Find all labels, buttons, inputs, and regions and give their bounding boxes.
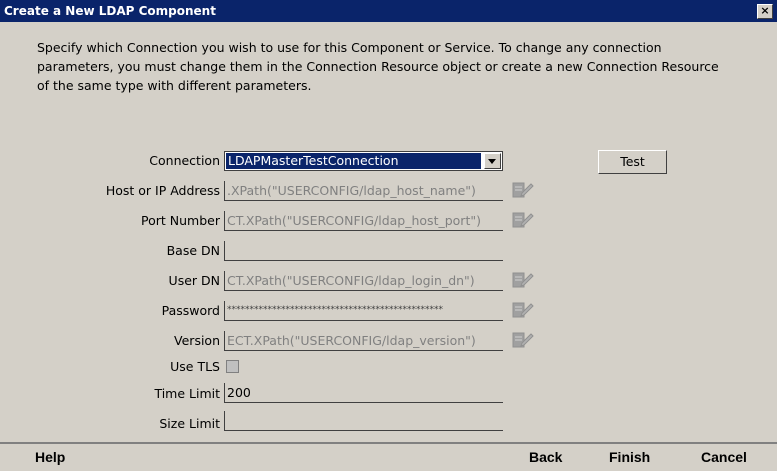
port-label: Port Number <box>141 213 220 228</box>
host-field[interactable]: .XPath("USERCONFIG/ldap_host_name") <box>224 181 503 201</box>
time-limit-field[interactable]: 200 <box>224 383 503 403</box>
chevron-down-icon <box>488 159 496 164</box>
close-icon: × <box>760 4 770 17</box>
close-button[interactable]: × <box>757 4 773 19</box>
use-tls-checkbox[interactable] <box>226 360 239 373</box>
port-field[interactable]: CT.XPath("USERCONFIG/ldap_host_port") <box>224 211 503 231</box>
user-dn-field[interactable]: CT.XPath("USERCONFIG/ldap_login_dn") <box>224 271 503 291</box>
help-button[interactable]: Help <box>35 449 65 465</box>
edit-expression-icon[interactable] <box>512 181 534 199</box>
dropdown-button[interactable] <box>484 153 501 169</box>
version-field[interactable]: ECT.XPath("USERCONFIG/ldap_version") <box>224 331 503 351</box>
base-dn-field[interactable] <box>224 241 503 261</box>
finish-button[interactable]: Finish <box>609 449 650 465</box>
cancel-button[interactable]: Cancel <box>701 449 747 465</box>
host-label: Host or IP Address <box>105 183 220 198</box>
size-limit-field[interactable] <box>224 411 503 431</box>
instructions-text: Specify which Connection you wish to use… <box>37 40 719 93</box>
time-limit-label: Time Limit <box>154 386 220 401</box>
back-button[interactable]: Back <box>529 449 562 465</box>
footer-bar: Help Back Finish Cancel <box>0 442 777 471</box>
connection-label: Connection <box>149 153 220 168</box>
connection-dropdown[interactable]: LDAPMasterTestConnection <box>224 151 503 171</box>
user-dn-label: User DN <box>168 273 220 288</box>
edit-expression-icon[interactable] <box>512 331 534 349</box>
use-tls-label: Use TLS <box>170 359 220 374</box>
base-dn-label: Base DN <box>166 243 220 258</box>
ldap-component-dialog: Create a New LDAP Component × Specify wh… <box>0 0 777 471</box>
size-limit-label: Size Limit <box>159 416 220 431</box>
test-button[interactable]: Test <box>598 150 667 174</box>
password-label: Password <box>161 303 220 318</box>
edit-expression-icon[interactable] <box>512 271 534 289</box>
edit-expression-icon[interactable] <box>512 211 534 229</box>
connection-selected-value: LDAPMasterTestConnection <box>226 153 481 169</box>
edit-expression-icon[interactable] <box>512 301 534 319</box>
window-title: Create a New LDAP Component <box>4 4 216 18</box>
password-field[interactable]: ****************************************… <box>224 301 503 321</box>
title-bar: Create a New LDAP Component × <box>0 0 777 22</box>
version-label: Version <box>174 333 220 348</box>
